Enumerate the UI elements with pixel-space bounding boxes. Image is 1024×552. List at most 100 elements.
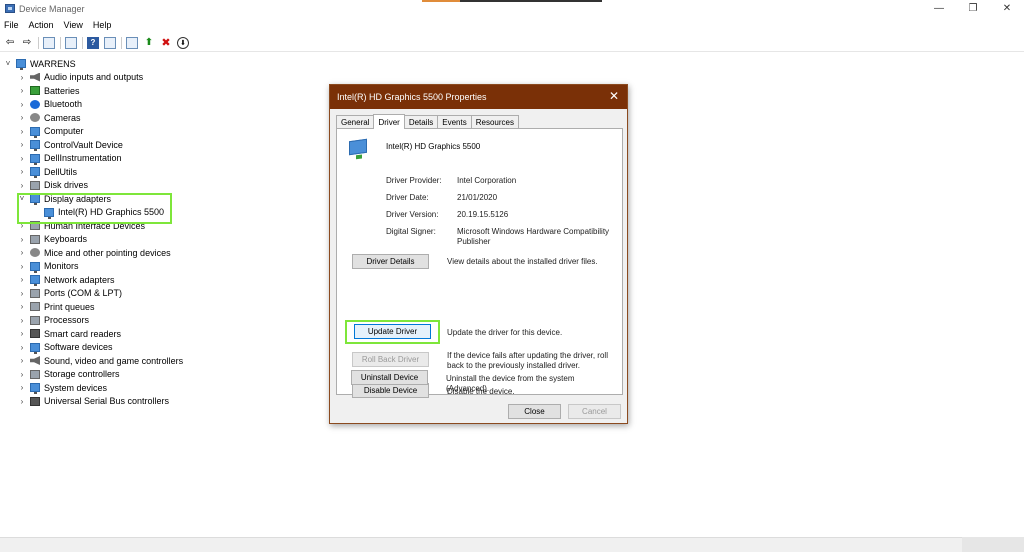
chevron-right-icon[interactable]: › (18, 397, 26, 406)
close-window-button[interactable]: ✕ (990, 0, 1024, 17)
dialog-close-icon[interactable]: ✕ (609, 90, 619, 102)
chevron-right-icon[interactable]: › (18, 383, 26, 392)
dialog-tabs: General Driver Details Events Resources (336, 114, 519, 129)
tree-item-label: Smart card readers (44, 328, 122, 339)
chevron-right-icon[interactable]: › (18, 167, 26, 176)
update-driver-button[interactable]: Update Driver (354, 324, 431, 339)
tree-item-root[interactable]: ˅ WARRENS (4, 57, 76, 70)
tree-item-smart-card-readers[interactable]: › Smart card readers (18, 327, 121, 340)
tree-item-monitors[interactable]: › Monitors (18, 260, 79, 273)
speaker-icon (30, 72, 40, 82)
cancel-button[interactable]: Cancel (568, 404, 621, 419)
update-driver-icon[interactable]: ⬆ (143, 37, 155, 49)
chevron-right-icon[interactable]: › (18, 343, 26, 352)
close-icon: ✕ (1002, 3, 1012, 14)
chevron-right-icon[interactable]: › (18, 100, 26, 109)
uninstall-device-desc: Uninstall the device from the system (Ad… (446, 374, 575, 393)
tree-item-batteries[interactable]: › Batteries (18, 84, 80, 97)
toolbar-separator (38, 36, 39, 49)
tab-details[interactable]: Details (403, 115, 439, 129)
tree-item-universal-serial-bus-controllers[interactable]: › Universal Serial Bus controllers (18, 395, 169, 408)
chevron-right-icon[interactable]: › (18, 316, 26, 325)
show-hide-console-tree-icon[interactable] (43, 36, 55, 49)
chevron-right-icon[interactable]: › (18, 113, 26, 122)
chevron-right-icon[interactable]: › (18, 235, 26, 244)
network-icon (30, 275, 40, 286)
tab-general[interactable]: General (336, 115, 375, 129)
tree-item-keyboards[interactable]: › Keyboards (18, 233, 87, 246)
chevron-right-icon[interactable]: › (18, 289, 26, 298)
help-icon[interactable]: ? (87, 36, 99, 49)
tree-item-processors[interactable]: › Processors (18, 314, 89, 327)
tree-item-label: DellUtils (44, 166, 78, 177)
chevron-right-icon[interactable]: › (18, 329, 26, 338)
chevron-right-icon[interactable]: › (18, 154, 26, 163)
tree-item-bluetooth[interactable]: › Bluetooth (18, 98, 82, 111)
tree-item-dellutils[interactable]: › DellUtils (18, 165, 77, 178)
roll-back-driver-button[interactable]: Roll Back Driver (352, 352, 429, 367)
driver-version-value: 20.19.15.5126 (457, 210, 509, 219)
roll-back-driver-desc: If the device fails after updating the d… (447, 351, 608, 370)
chevron-right-icon[interactable]: › (18, 86, 26, 95)
uninstall-icon[interactable]: ✖ (160, 37, 172, 49)
back-arrow-icon[interactable]: ⇦ (4, 37, 16, 49)
tree-item-system-devices[interactable]: › System devices (18, 381, 107, 394)
tree-item-label: Storage controllers (44, 369, 120, 379)
smart-card-icon (30, 329, 40, 338)
minimize-button[interactable]: — (922, 0, 956, 17)
chevron-right-icon[interactable]: › (18, 356, 26, 365)
tree-item-label: Print queues (44, 301, 95, 312)
restore-icon: ❐ (968, 3, 978, 14)
tree-item-label: Software devices (44, 342, 113, 352)
tree-item-print-queues[interactable]: › Print queues (18, 300, 95, 313)
chevron-right-icon[interactable]: › (18, 302, 26, 311)
tree-item-audio-inputs-and-outputs[interactable]: › Audio inputs and outputs (18, 71, 143, 84)
restore-button[interactable]: ❐ (956, 0, 990, 17)
chevron-right-icon[interactable]: › (18, 275, 26, 284)
tree-item-sound-video-and-game-controllers[interactable]: › Sound, video and game controllers (18, 354, 183, 367)
properties-icon[interactable] (65, 36, 77, 49)
display-adapter-icon (349, 138, 367, 156)
menu-view[interactable]: View (64, 20, 83, 30)
chevron-right-icon[interactable]: › (18, 127, 26, 136)
toolbar-separator (60, 36, 61, 49)
tree-item-label: Monitors (44, 261, 79, 271)
menu-file[interactable]: File (4, 20, 19, 30)
disable-device-button[interactable]: Disable Device (352, 383, 429, 398)
tree-item-storage-controllers[interactable]: › Storage controllers (18, 368, 120, 381)
forward-arrow-icon[interactable]: ⇨ (21, 37, 33, 49)
chevron-right-icon[interactable]: › (18, 181, 26, 190)
tree-item-computer[interactable]: › Computer (18, 125, 84, 138)
tree-item-label: ControlVault Device (44, 139, 123, 150)
tree-item-controlvault-device[interactable]: › ControlVault Device (18, 138, 123, 151)
tree-item-cameras[interactable]: › Cameras (18, 111, 81, 124)
menu-action[interactable]: Action (29, 20, 54, 30)
tree-item-label: Processors (44, 315, 90, 325)
chevron-right-icon[interactable]: › (18, 248, 26, 257)
tree-item-dellinstrumentation[interactable]: › DellInstrumentation (18, 152, 122, 165)
menu-help[interactable]: Help (93, 20, 112, 30)
show-hidden-icon[interactable] (104, 36, 116, 49)
storage-icon (30, 369, 40, 379)
driver-details-button[interactable]: Driver Details (352, 254, 429, 269)
tree-item-label: Batteries (44, 85, 80, 96)
tree-item-ports-com-lpt[interactable]: › Ports (COM & LPT) (18, 287, 122, 300)
tree-item-mice-and-other-pointing-devices[interactable]: › Mice and other pointing devices (18, 246, 171, 259)
device-icon (30, 140, 40, 151)
tab-resources[interactable]: Resources (470, 115, 519, 129)
chevron-down-icon[interactable]: ˅ (4, 59, 12, 68)
chevron-right-icon[interactable]: › (18, 262, 26, 271)
download-icon[interactable]: ⬇ (177, 36, 189, 49)
tab-driver[interactable]: Driver (373, 114, 405, 129)
scan-hardware-icon[interactable] (126, 36, 138, 49)
chevron-right-icon[interactable]: › (18, 370, 26, 379)
speaker-icon (30, 356, 40, 365)
chevron-right-icon[interactable]: › (18, 140, 26, 149)
close-button[interactable]: Close (508, 404, 561, 419)
tree-item-network-adapters[interactable]: › Network adapters (18, 273, 115, 286)
uninstall-device-button[interactable]: Uninstall Device (351, 370, 428, 385)
chevron-right-icon[interactable]: › (18, 73, 26, 82)
tree-item-software-devices[interactable]: › Software devices (18, 341, 113, 354)
tab-events[interactable]: Events (437, 115, 472, 129)
tree-item-disk-drives[interactable]: › Disk drives (18, 179, 88, 192)
